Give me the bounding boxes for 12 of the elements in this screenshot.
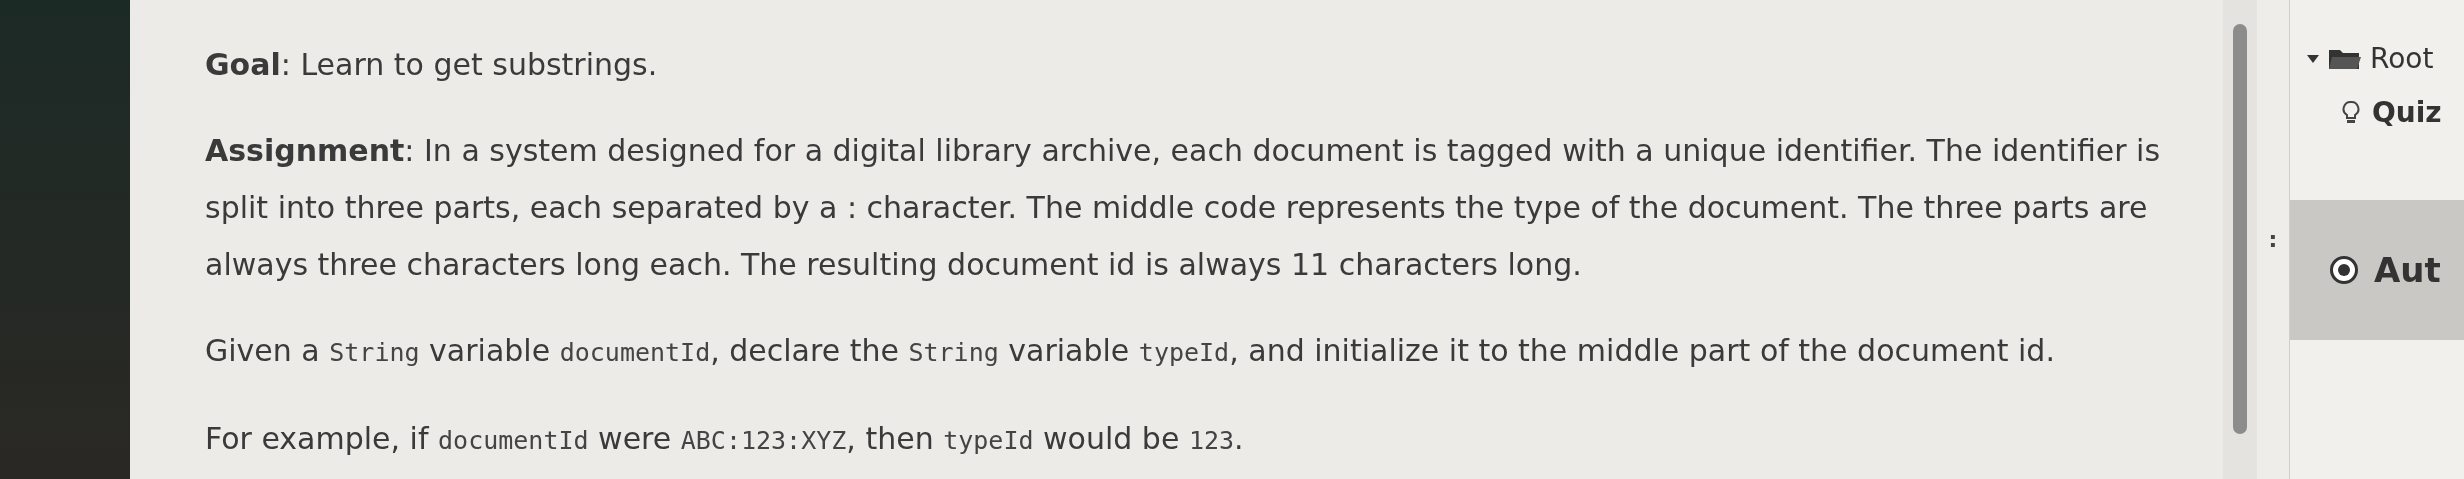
splitter-grip[interactable]: : (2268, 223, 2278, 256)
radio-label: Aut (2374, 248, 2441, 292)
paragraph: Assignment: In a system designed for a digital library archive, each document is tagged with a unique identifier. The identifier is split into three parts, each separated by a : character. The middle code represents the type of the document. The three parts are always three characters long each. The resulting document id is always 11 characters long. (205, 132, 2162, 284)
paragraph: Goal: Learn to get substrings. (205, 46, 659, 84)
paragraph: Given a String variable documentId, declare the String variable typeId, and initialize it to the middle part of the document id. (205, 332, 2056, 370)
paragraph: For example, if documentId were ABC:123:XYZ, then typeId would be 123. (205, 420, 1245, 458)
folder-icon (2328, 47, 2362, 71)
tree-item[interactable]: Quiz (2372, 92, 2442, 134)
scrollbar-thumb[interactable] (2233, 24, 2247, 434)
tree-item[interactable]: Root (2370, 38, 2434, 80)
lightbulb-icon (2342, 100, 2360, 126)
radio-button[interactable] (2330, 256, 2358, 284)
